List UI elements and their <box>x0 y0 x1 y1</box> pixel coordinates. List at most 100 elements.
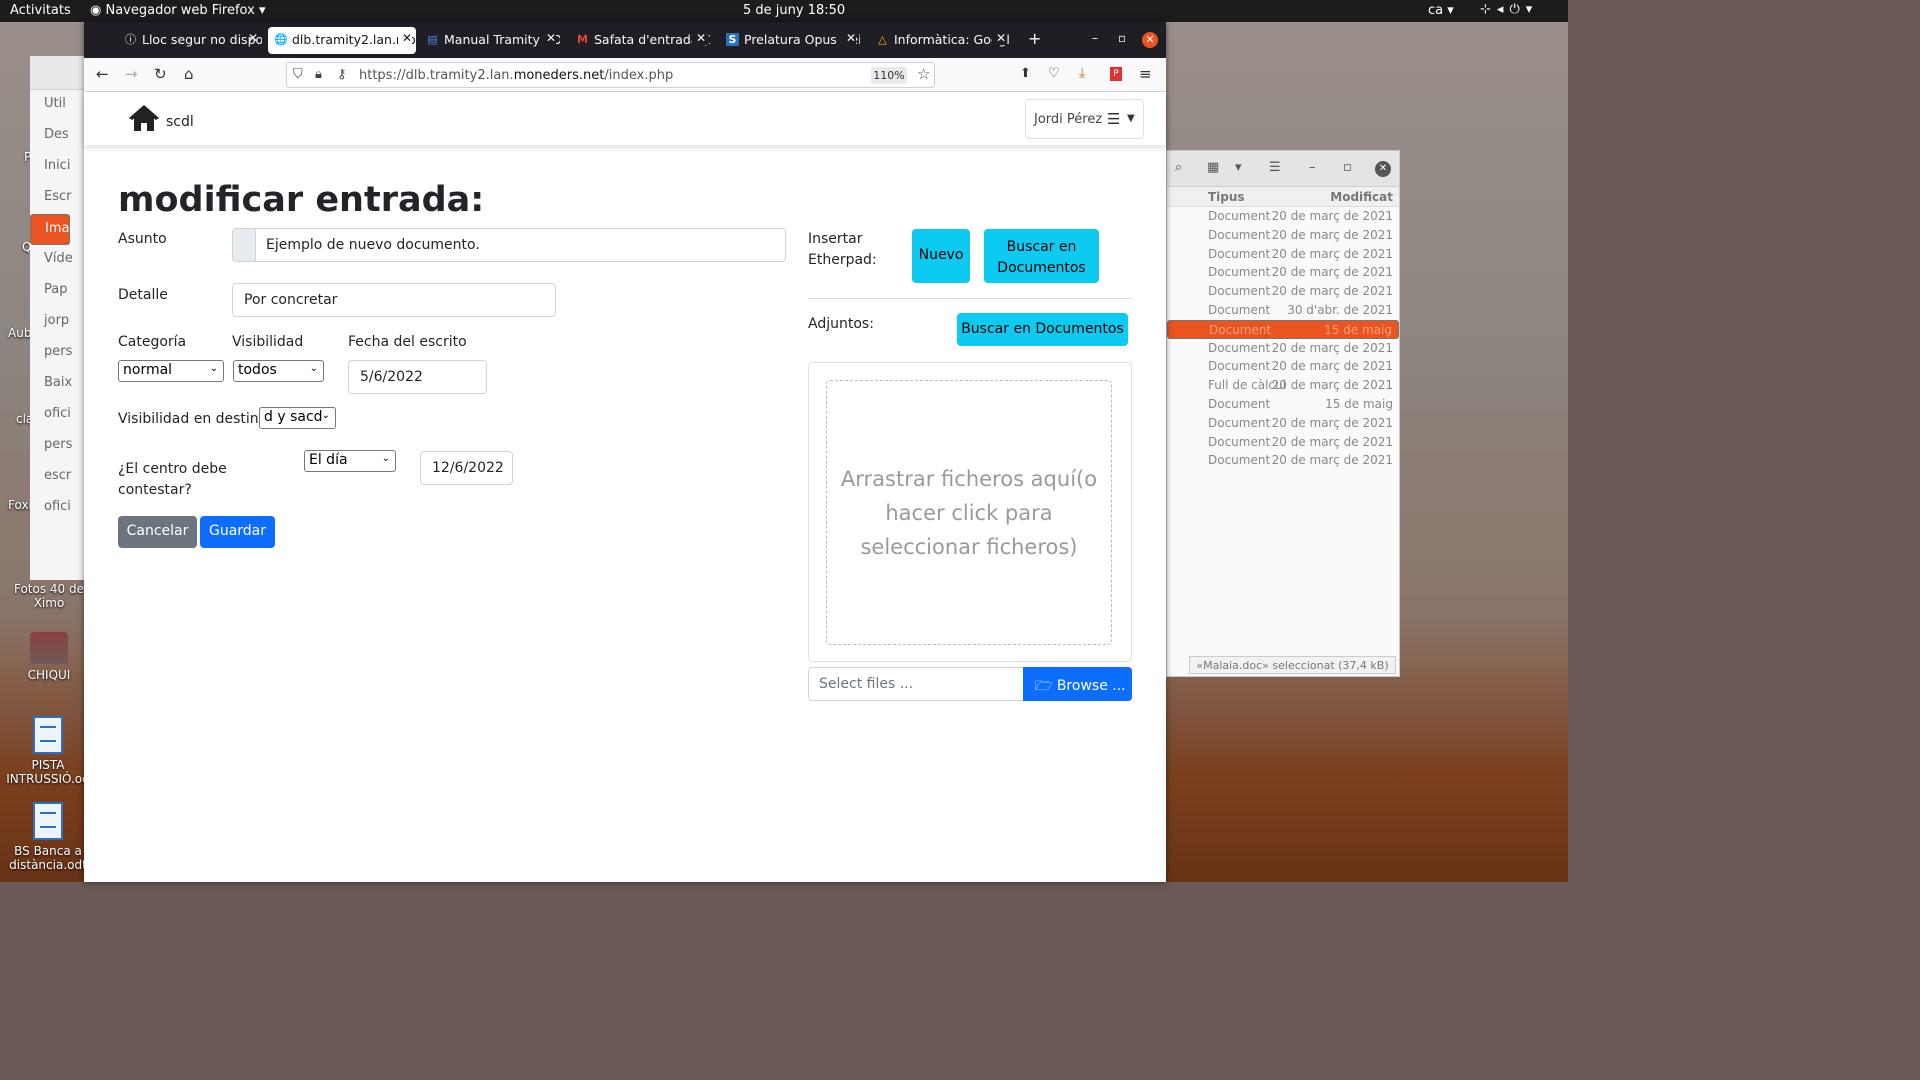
tab-prelatura[interactable]: S Prelatura Opus Dei ✕ <box>720 27 860 54</box>
docs-icon: ▤ <box>427 33 438 46</box>
visibilidad-select[interactable]: todos ⌄ <box>233 360 324 382</box>
chevron-down-icon[interactable]: ▾ <box>1235 160 1242 175</box>
zoom-indicator[interactable]: 110% <box>871 67 907 84</box>
home-icon[interactable]: ⌂ <box>184 65 194 83</box>
close-icon[interactable]: ✕ <box>991 31 1006 45</box>
contestar-select[interactable]: El día ⌄ <box>304 450 396 472</box>
sidebar-place-item[interactable]: pers <box>30 431 89 462</box>
desktop-icon-chiqui[interactable]: CHIQUI <box>8 632 90 682</box>
list-view-icon[interactable]: ☰ <box>1269 160 1281 175</box>
file-row[interactable]: Document 20 de març de 2021 <box>1167 263 1399 282</box>
file-row[interactable]: Document 30 d'abr. de 2021 <box>1167 301 1399 320</box>
url-text[interactable]: https://dlb.tramity2.lan.moneders.net/in… <box>359 68 673 83</box>
search-icon[interactable]: ⌕ <box>1175 160 1182 175</box>
desktop-icon-bs-banca[interactable]: BS Banca a distància.odt <box>4 802 92 872</box>
download-icon[interactable]: ⤓ <box>1079 65 1085 81</box>
file-row[interactable]: Document 20 de març de 2021 <box>1167 226 1399 245</box>
tab-safata-entrada[interactable]: M Safata d'entrada (1) ✕ <box>570 27 710 54</box>
tab-informatica[interactable]: △ Informàtica: Google Drive ✕ <box>870 27 1010 54</box>
tab-manual-tramity[interactable]: ▤ Manual Tramity - Documentos ✕ <box>420 27 560 54</box>
language-indicator[interactable]: ca ▾ <box>1428 3 1454 18</box>
bookmark-star-icon[interactable]: ☆ <box>917 65 930 83</box>
sidebar-place-item[interactable]: Ima <box>30 214 71 245</box>
sidebar-place-item[interactable]: Des <box>30 121 89 152</box>
new-tab-icon[interactable]: + <box>1028 29 1041 48</box>
desktop-icon-fotos[interactable]: Fotos 40 de Ximo <box>8 582 90 610</box>
extensions-icon[interactable]: ⬆ <box>1020 66 1031 81</box>
tab-lloc-segur[interactable]: ⓘ Lloc segur no disponible ✕ <box>118 27 262 54</box>
file-row[interactable]: Document 20 de març de 2021 <box>1167 339 1399 358</box>
forward-icon[interactable]: → <box>125 65 138 83</box>
guardar-button[interactable]: Guardar <box>200 516 275 548</box>
close-icon[interactable]: ✕ <box>691 31 706 45</box>
tab-dlb-tramity[interactable]: 🌐 dlb.tramity2.lan.moneders.net ✕ <box>268 27 416 54</box>
sidebar-place-item[interactable]: Util <box>30 90 89 121</box>
back-icon[interactable]: ← <box>96 65 109 83</box>
lock-icon[interactable]: 🔒︎ <box>315 67 322 82</box>
file-row[interactable]: Document 20 de març de 2021 <box>1167 451 1399 470</box>
sidebar-place-item[interactable]: Escr <box>30 183 89 214</box>
sidebar-place-item[interactable]: ofici <box>30 493 89 524</box>
browse-button[interactable]: 🗁︎ Browse ... <box>1023 667 1132 701</box>
file-row[interactable]: Full de càlcul 20 de març de 2021 <box>1167 376 1399 395</box>
select-files-input[interactable]: Select files ... <box>808 667 1024 701</box>
sidebar-place-item[interactable]: Pap <box>30 276 89 307</box>
column-modified[interactable]: Modificat <box>1330 190 1393 204</box>
dropzone[interactable]: Arrastrar ficheros aquí(o hacer click pa… <box>826 380 1112 645</box>
file-row[interactable]: Document 20 de març de 2021 <box>1167 433 1399 452</box>
close-icon[interactable]: ✕ <box>841 31 856 45</box>
activities-button[interactable]: Activitats <box>10 3 71 18</box>
reload-icon[interactable]: ↻ <box>154 65 167 83</box>
sidebar-place-item[interactable]: Baix <box>30 369 89 400</box>
brand-name[interactable]: scdl <box>166 114 194 130</box>
browse-label: Browse ... <box>1056 678 1126 694</box>
key-icon[interactable]: ⚷ <box>337 67 347 82</box>
asunto-field[interactable]: Ejemplo de nuevo documento. <box>232 228 786 262</box>
sidebar-place-item[interactable]: escr <box>30 462 89 493</box>
desktop-icon-pista[interactable]: PISTA INTRUSSIÓ.od <box>4 716 92 786</box>
menu-icon[interactable]: ≡ <box>1139 65 1152 83</box>
file-row[interactable]: Document 15 de maig <box>1167 395 1399 414</box>
addon-icon[interactable]: P <box>1110 67 1122 81</box>
sidebar-place-item[interactable]: pers <box>30 338 89 369</box>
maximize-icon[interactable]: ▫ <box>1343 160 1352 175</box>
pocket-icon[interactable]: ♡ <box>1048 66 1060 81</box>
categoria-select[interactable]: normal ⌄ <box>118 360 224 382</box>
window-close-icon[interactable]: ✕ <box>1142 32 1158 48</box>
sidebar-place-item[interactable]: Víde <box>30 245 89 276</box>
cancelar-button[interactable]: Cancelar <box>118 516 197 548</box>
buscar-documentos-etherpad-button[interactable]: Buscar en Documentos <box>984 229 1099 283</box>
app-menu[interactable]: ◉ Navegador web Firefox ▾ <box>90 3 265 18</box>
sidebar-place-item[interactable]: ofici <box>30 400 89 431</box>
vis-destino-select[interactable]: d y sacd ⌄ <box>259 407 336 429</box>
file-row[interactable]: Document 20 de març de 2021 <box>1167 207 1399 226</box>
column-type[interactable]: Tipus <box>1208 190 1245 204</box>
close-icon[interactable]: ✕ <box>541 31 556 45</box>
clock[interactable]: 5 de juny 18:50 <box>743 3 845 18</box>
minimize-icon[interactable]: – <box>1092 31 1098 45</box>
file-row[interactable]: Document 20 de març de 2021 <box>1167 357 1399 376</box>
nuevo-button[interactable]: Nuevo <box>912 229 970 283</box>
sidebar-place-item[interactable]: Inici <box>30 152 89 183</box>
fecha-field[interactable]: 5/6/2022 <box>348 360 487 394</box>
file-row[interactable]: Document 20 de març de 2021 <box>1167 414 1399 433</box>
shield-icon[interactable]: ⛉ <box>293 67 303 82</box>
user-menu-button[interactable]: Jordi Pérez ☰ ▼ <box>1025 99 1144 139</box>
minimize-icon[interactable]: – <box>1309 160 1316 175</box>
grid-view-icon[interactable]: ▦ <box>1207 160 1219 175</box>
close-icon[interactable]: ✕ <box>248 31 258 45</box>
detalle-field[interactable]: Por concretar <box>232 283 556 317</box>
file-row[interactable]: Document 20 de març de 2021 <box>1167 245 1399 264</box>
close-icon[interactable]: ✕ <box>397 31 412 45</box>
close-icon[interactable]: ✕ <box>1375 161 1391 177</box>
sidebar-place-item[interactable]: jorp <box>30 307 89 338</box>
buscar-documentos-adjuntos-button[interactable]: Buscar en Documentos <box>957 313 1128 346</box>
file-row[interactable]: Document 15 de maig <box>1167 319 1399 339</box>
contestar-fecha-field[interactable]: 12/6/2022 <box>420 451 513 485</box>
maximize-icon[interactable]: ▫ <box>1118 31 1126 45</box>
url-bar[interactable]: ⛉ 🔒︎ ⚷ https://dlb.tramity2.lan.moneders… <box>286 62 935 88</box>
home-icon[interactable] <box>128 103 160 133</box>
system-menu[interactable]: ⊹◂⏻▾ <box>1480 2 1538 17</box>
detalle-label: Detalle <box>118 287 168 303</box>
file-row[interactable]: Document 20 de març de 2021 <box>1167 282 1399 301</box>
